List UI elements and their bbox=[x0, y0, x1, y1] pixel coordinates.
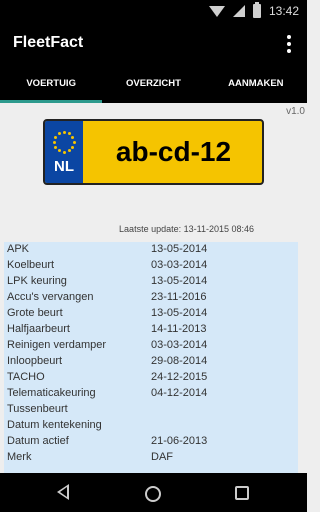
overflow-menu-icon[interactable] bbox=[281, 33, 297, 55]
app-title: FleetFact bbox=[13, 34, 84, 51]
detail-value: 13-05-2014 bbox=[151, 275, 208, 287]
recents-icon[interactable] bbox=[235, 486, 249, 500]
version-label: v1.0 bbox=[286, 106, 305, 117]
list-item: Merk DAF bbox=[4, 450, 298, 466]
detail-label: Accu's vervangen bbox=[7, 291, 94, 303]
detail-value: 03-03-2014 bbox=[151, 259, 208, 271]
detail-value: 24-12-2015 bbox=[151, 371, 208, 383]
list-item: Tussenbeurt bbox=[4, 402, 298, 418]
status-bar: 13:42 bbox=[0, 0, 307, 24]
eu-band: NL bbox=[45, 121, 83, 183]
tab-bar: VOERTUIG OVERZICHT AANMAKEN bbox=[0, 64, 307, 103]
list-item: Koelbeurt 03-03-2014 bbox=[4, 258, 298, 274]
detail-label: Datum actief bbox=[7, 435, 69, 447]
detail-label: Telematicakeuring bbox=[7, 387, 96, 399]
detail-label: LPK keuring bbox=[7, 275, 67, 287]
status-icons: 13:42 bbox=[208, 2, 299, 18]
list-item: Grote beurt 13-05-2014 bbox=[4, 306, 298, 322]
tab-aanmaken[interactable]: AANMAKEN bbox=[205, 64, 307, 103]
battery-icon bbox=[252, 2, 261, 18]
detail-label: TACHO bbox=[7, 371, 45, 383]
list-item: APK 13-05-2014 bbox=[4, 242, 298, 258]
detail-label: APK bbox=[7, 243, 30, 255]
list-item: Accu's vervangen 23-11-2016 bbox=[4, 290, 298, 306]
detail-label: Reinigen verdamper bbox=[7, 339, 107, 351]
eu-stars-icon bbox=[51, 129, 77, 155]
detail-value: 21-06-2013 bbox=[151, 435, 208, 447]
tab-overzicht[interactable]: OVERZICHT bbox=[102, 64, 204, 103]
detail-label: Tussenbeurt bbox=[7, 403, 68, 415]
list-item: TACHO 24-12-2015 bbox=[4, 370, 298, 386]
back-icon[interactable] bbox=[57, 484, 69, 500]
last-update: Laatste update: 13-11-2015 08:46 bbox=[119, 224, 254, 234]
status-time: 13:42 bbox=[268, 4, 299, 18]
list-item: Reinigen verdamper 03-03-2014 bbox=[4, 338, 298, 354]
detail-value: 29-08-2014 bbox=[151, 355, 208, 367]
home-icon[interactable] bbox=[145, 486, 161, 502]
detail-label: Grote beurt bbox=[7, 307, 63, 319]
plate-number: ab-cd-12 bbox=[115, 136, 232, 167]
details-list[interactable]: APK 13-05-2014 Koelbeurt 03-03-2014 LPK keur… bbox=[4, 242, 298, 473]
list-item: Datum actief 21-06-2013 bbox=[4, 434, 298, 450]
signal-icon bbox=[232, 5, 245, 17]
list-item: Telematicakeuring 04-12-2014 bbox=[4, 386, 298, 402]
list-item: Datum kentekening bbox=[4, 418, 298, 434]
license-plate: NL ab-cd-12 bbox=[43, 119, 264, 185]
detail-value: DAF bbox=[151, 451, 173, 463]
wifi-icon bbox=[208, 5, 225, 17]
list-item: LPK keuring 13-05-2014 bbox=[4, 274, 298, 290]
plate-country: NL bbox=[54, 158, 74, 175]
app-bar: FleetFact bbox=[0, 24, 307, 64]
detail-label: Datum kentekening bbox=[7, 419, 102, 431]
tab-voertuig[interactable]: VOERTUIG bbox=[0, 64, 103, 103]
detail-label: Inloopbeurt bbox=[7, 355, 63, 367]
detail-label: Merk bbox=[7, 451, 32, 463]
detail-value: 14-11-2013 bbox=[151, 323, 207, 335]
detail-value: 23-11-2016 bbox=[151, 291, 207, 303]
detail-value: 04-12-2014 bbox=[151, 387, 208, 399]
detail-value: 13-05-2014 bbox=[151, 243, 208, 255]
detail-label: Halfjaarbeurt bbox=[7, 323, 70, 335]
detail-value: 03-03-2014 bbox=[151, 339, 208, 351]
detail-value: 13-05-2014 bbox=[151, 307, 208, 319]
detail-label: Koelbeurt bbox=[7, 259, 55, 271]
navigation-bar bbox=[0, 473, 307, 512]
list-item: Inloopbeurt 29-08-2014 bbox=[4, 354, 298, 370]
list-item: Halfjaarbeurt 14-11-2013 bbox=[4, 322, 298, 338]
